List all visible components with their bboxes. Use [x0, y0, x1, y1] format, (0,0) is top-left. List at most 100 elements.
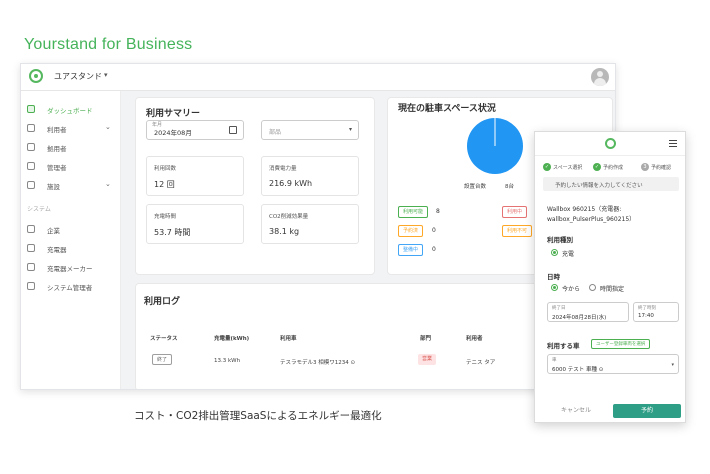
topbar: ユアスタンド ▾	[21, 64, 615, 91]
sidebar-item-label: 拠用者	[47, 145, 67, 153]
radio-charge-label[interactable]: 充電	[562, 249, 574, 258]
status-badge-in-use: 利用中	[502, 206, 528, 218]
sidebar-item-system-admins[interactable]: システム管理者	[21, 278, 121, 296]
stat-label: 充電時間	[154, 214, 177, 220]
col-header-user[interactable]: 利用者	[466, 334, 483, 342]
menu-icon[interactable]	[669, 140, 677, 147]
table-cell-user[interactable]: テニス タア	[466, 358, 495, 366]
sidebar-item-users[interactable]: 利用者 ⌄	[21, 120, 121, 138]
sidebar-item-label: 充電器メーカー	[47, 265, 93, 273]
caption: コスト・CO2排出管理SaaSによるエネルギー最適化	[134, 410, 382, 422]
car-field-label: 車	[552, 358, 557, 363]
badge-value: 0	[432, 246, 436, 253]
col-header-kwh[interactable]: 充電量(kWh)	[214, 334, 249, 342]
id-card-icon	[27, 143, 35, 151]
end-time-value: 17:40	[638, 313, 654, 319]
sidebar-item-facilities[interactable]: 施設 ⌄	[21, 177, 121, 195]
status-badge-available: 利用可能	[398, 206, 429, 218]
cancel-button[interactable]: キャンセル	[543, 404, 609, 418]
stat-usage-count: 利用回数 12 回	[146, 156, 244, 196]
dept-badge: 営業	[418, 354, 437, 365]
sidebar-item-charger-makers[interactable]: 充電器メーカー	[21, 259, 121, 277]
sidebar-item-operators[interactable]: 拠用者	[21, 139, 121, 157]
admin-icon	[27, 162, 35, 170]
stat-value: 12 回	[154, 180, 175, 189]
chevron-down-icon[interactable]: ▾	[104, 71, 108, 79]
table-cell-kwh: 13.3 kWh	[214, 358, 241, 364]
status-badge: 終了	[152, 354, 173, 365]
badge-value: 8	[436, 208, 440, 215]
desktop-window: ユアスタンド ▾ ダッシュボード 利用者 ⌄ 拠用者 管理者 施設 ⌄ システム	[20, 63, 616, 390]
col-header-dept[interactable]: 部門	[420, 334, 431, 342]
parking-pie-chart	[467, 118, 523, 174]
company-icon	[27, 225, 35, 233]
car-select[interactable]: 車 6000 テスト 車種 ⊙ ▾	[547, 354, 679, 374]
chevron-down-icon: ▾	[671, 362, 674, 368]
step-label: スペース選択	[553, 165, 583, 171]
summary-title: 利用サマリー	[146, 109, 201, 119]
car-label: 利用する車	[547, 342, 580, 350]
end-date-field[interactable]: 終了日 2024年08月28日(水)	[547, 302, 629, 322]
end-time-label: 終了時刻	[638, 306, 656, 311]
end-time-field[interactable]: 終了時刻 17:40	[633, 302, 679, 322]
sidebar-item-dashboard[interactable]: ダッシュボード	[21, 101, 121, 119]
radio-specified-label[interactable]: 時間指定	[600, 284, 624, 293]
stat-value: 53.7 時間	[154, 228, 191, 237]
sidebar-item-chargers[interactable]: 充電器	[21, 240, 121, 258]
sidebar-item-label: 施設	[47, 183, 60, 191]
sidebar-item-companies[interactable]: 企業	[21, 221, 121, 239]
gear-icon	[27, 282, 35, 290]
parking-title: 現在の駐車スペース状況	[398, 104, 496, 114]
mobile-header	[535, 132, 685, 156]
sidebar-section-label: システム	[27, 206, 51, 213]
sidebar-item-admins[interactable]: 管理者	[21, 158, 121, 176]
brand-title: Yourstand for Business	[24, 36, 193, 53]
col-header-car[interactable]: 利用車	[280, 334, 297, 342]
select-registered-car-button[interactable]: ユーザー登録車両を選択	[591, 339, 651, 349]
plug-icon	[27, 244, 35, 252]
stat-label: 利用回数	[154, 166, 177, 172]
app-name[interactable]: ユアスタンド	[54, 71, 102, 82]
department-select[interactable]: 部品 ▾	[261, 120, 359, 140]
logo-icon	[605, 138, 616, 149]
stat-charge-time: 充電時間 53.7 時間	[146, 204, 244, 244]
stat-energy: 消費電力量 216.9 kWh	[261, 156, 359, 196]
radio-charge[interactable]	[551, 249, 558, 256]
building-icon	[27, 181, 35, 189]
month-value: 2024年08月	[154, 129, 192, 137]
table-cell-car[interactable]: テスラモデル3 相模ワ1234 ⊙	[280, 358, 355, 366]
stat-co2: CO2削減効果量 38.1 kg	[261, 204, 359, 244]
calendar-icon[interactable]	[229, 126, 237, 134]
stat-value: 216.9 kWh	[269, 179, 313, 188]
log-title: 利用ログ	[144, 297, 181, 307]
chevron-down-icon: ⌄	[105, 123, 111, 131]
stat-value: 38.1 kg	[269, 227, 300, 236]
user-icon	[27, 124, 35, 132]
radio-now[interactable]	[551, 284, 558, 291]
stat-label: CO2削減効果量	[269, 214, 309, 220]
step-label: 予約作成	[603, 165, 624, 171]
step-label: 予約確認	[651, 165, 672, 171]
device-line-2: wallbox_PulserPlus_960215）	[547, 216, 636, 223]
logo-icon	[29, 69, 43, 83]
time-label: 日時	[547, 273, 560, 281]
status-badge-reserved: 予約済	[398, 225, 424, 237]
step-number-icon: 3	[641, 163, 649, 171]
check-icon: ✓	[543, 163, 551, 171]
mobile-reservation-panel: ✓ スペース選択 ✓ 予約作成 3 予約確認 予約したい情報を入力してください …	[534, 131, 686, 423]
radio-specified[interactable]	[589, 284, 596, 291]
summary-card: 利用サマリー 年月 2024年08月 部品 ▾ 利用回数 12 回 消費電力量 …	[135, 97, 375, 275]
sidebar-item-label: 管理者	[47, 164, 67, 172]
month-label: 年月	[150, 121, 165, 128]
end-date-label: 終了日	[552, 306, 566, 311]
total-value: 8台	[505, 184, 514, 190]
status-badge-unavailable: 利用不可	[502, 225, 533, 237]
chevron-down-icon: ⌄	[105, 180, 111, 188]
department-placeholder: 部品	[269, 129, 282, 136]
instruction-banner: 予約したい情報を入力してください	[543, 177, 679, 191]
radio-now-label[interactable]: 今から	[562, 284, 580, 293]
avatar[interactable]	[591, 68, 609, 86]
submit-reservation-button[interactable]: 予約	[613, 404, 681, 418]
sidebar-item-label: 企業	[47, 227, 60, 235]
col-header-status[interactable]: ステータス	[150, 334, 178, 342]
